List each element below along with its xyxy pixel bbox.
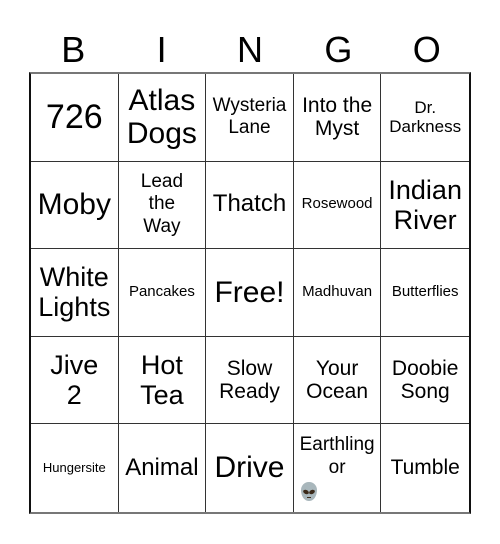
bingo-cell-r2c1[interactable]: Moby bbox=[31, 161, 119, 250]
bingo-cell-r5c4[interactable]: Earthling or bbox=[294, 424, 382, 512]
bingo-header: B I N G O bbox=[29, 28, 471, 72]
cell-text-line: Lane bbox=[228, 117, 271, 139]
cell-text-line: Tea bbox=[140, 380, 184, 411]
cell-text-line: Lead bbox=[140, 170, 184, 192]
bingo-cell-r5c1[interactable]: Hungersite bbox=[31, 424, 119, 512]
cell-text-line: Indian bbox=[388, 174, 462, 205]
cell-text-line: Animal bbox=[125, 453, 199, 481]
bingo-cell-r5c5[interactable]: Tumble bbox=[381, 424, 469, 512]
cell-text-line: Pancakes bbox=[128, 283, 195, 301]
bingo-cell-r4c1[interactable]: Jive 2 bbox=[31, 336, 119, 425]
bingo-cell-r2c2[interactable]: Lead the Way bbox=[118, 161, 207, 250]
cell-text-line: Tumble bbox=[390, 456, 460, 480]
cell-text-line: Dogs bbox=[126, 117, 197, 151]
bingo-cell-r3c4[interactable]: Madhuvan bbox=[293, 249, 382, 337]
alien-icon bbox=[300, 481, 318, 502]
cell-text-line: Myst bbox=[314, 117, 360, 141]
cell-text-line: Lights bbox=[38, 292, 111, 323]
bingo-cell-r1c5[interactable]: Dr. Darkness bbox=[381, 74, 469, 162]
cell-text-line: 726 bbox=[45, 98, 103, 137]
bingo-cell-r1c4[interactable]: Into the Myst bbox=[293, 74, 382, 162]
cell-text-line: Doobie bbox=[391, 356, 459, 380]
bingo-cell-r5c3[interactable]: Drive bbox=[206, 424, 294, 512]
bingo-cell-r4c5[interactable]: Doobie Song bbox=[381, 337, 469, 425]
bingo-cell-r4c2[interactable]: Hot Tea bbox=[118, 336, 207, 425]
cell-text-line: Jive bbox=[50, 349, 99, 380]
bingo-cell-r2c5[interactable]: Indian River bbox=[381, 162, 469, 250]
cell-text-line: Butterflies bbox=[391, 283, 459, 301]
bingo-cell-r4c3[interactable]: Slow Ready bbox=[206, 336, 294, 425]
header-letter-i: I bbox=[156, 29, 167, 70]
cell-text-line: Into the bbox=[302, 93, 373, 117]
cell-text-line: Ready bbox=[219, 380, 280, 404]
bingo-cell-r3c5[interactable]: Butterflies bbox=[381, 249, 469, 337]
bingo-cell-r1c1[interactable]: 726 bbox=[31, 74, 119, 162]
cell-text-line: the bbox=[148, 193, 176, 215]
header-letter-o: O bbox=[412, 29, 441, 70]
cell-text-line: River bbox=[393, 204, 457, 235]
bingo-cell-r5c2[interactable]: Animal bbox=[119, 424, 207, 512]
bingo-cell-r1c2[interactable]: Atlas Dogs bbox=[118, 74, 207, 162]
cell-text-line: Dr. bbox=[414, 98, 437, 118]
cell-text-line: or bbox=[328, 457, 346, 479]
bingo-cell-r2c4[interactable]: Rosewood bbox=[293, 161, 382, 250]
cell-text-line: Wysteria bbox=[212, 94, 287, 116]
cell-text-line: Drive bbox=[214, 451, 285, 485]
header-letter-b: B bbox=[61, 29, 86, 70]
cell-text-line: Your bbox=[315, 356, 359, 380]
cell-text-line: Moby bbox=[37, 188, 111, 222]
cell-text-line: Thatch bbox=[212, 190, 287, 218]
cell-text-line: Atlas bbox=[128, 83, 196, 117]
cell-text-line: Darkness bbox=[389, 117, 462, 137]
cell-text-line: Slow bbox=[226, 356, 273, 380]
header-letter-g: G bbox=[324, 29, 353, 70]
bingo-cell-r3c2[interactable]: Pancakes bbox=[118, 249, 207, 337]
cell-text-line: Rosewood bbox=[301, 195, 373, 213]
bingo-cell-r1c3[interactable]: Wysteria Lane bbox=[206, 74, 294, 162]
cell-text-line: Way bbox=[143, 216, 181, 238]
header-letter-n: N bbox=[236, 29, 263, 70]
cell-text-line: Song bbox=[400, 380, 450, 404]
bingo-cell-r3c1[interactable]: White Lights bbox=[31, 249, 119, 337]
cell-text-line: Madhuvan bbox=[302, 283, 373, 301]
cell-text-line: Ocean bbox=[306, 380, 369, 404]
bingo-cell-free[interactable]: Free! bbox=[206, 249, 294, 337]
bingo-cell-r2c3[interactable]: Thatch bbox=[206, 161, 294, 250]
free-space-label: Free! bbox=[214, 275, 285, 309]
cell-text-line: Hungersite bbox=[42, 459, 106, 475]
cell-text-line: Earthling bbox=[299, 434, 375, 456]
bingo-card-grid: 726 Atlas Dogs Wysteria Lane Into the My… bbox=[29, 72, 471, 514]
cell-text-line: Hot bbox=[140, 349, 183, 380]
cell-text-line: White bbox=[39, 262, 109, 293]
bingo-cell-r4c4[interactable]: Your Ocean bbox=[293, 336, 382, 425]
cell-text-line: 2 bbox=[66, 380, 82, 411]
